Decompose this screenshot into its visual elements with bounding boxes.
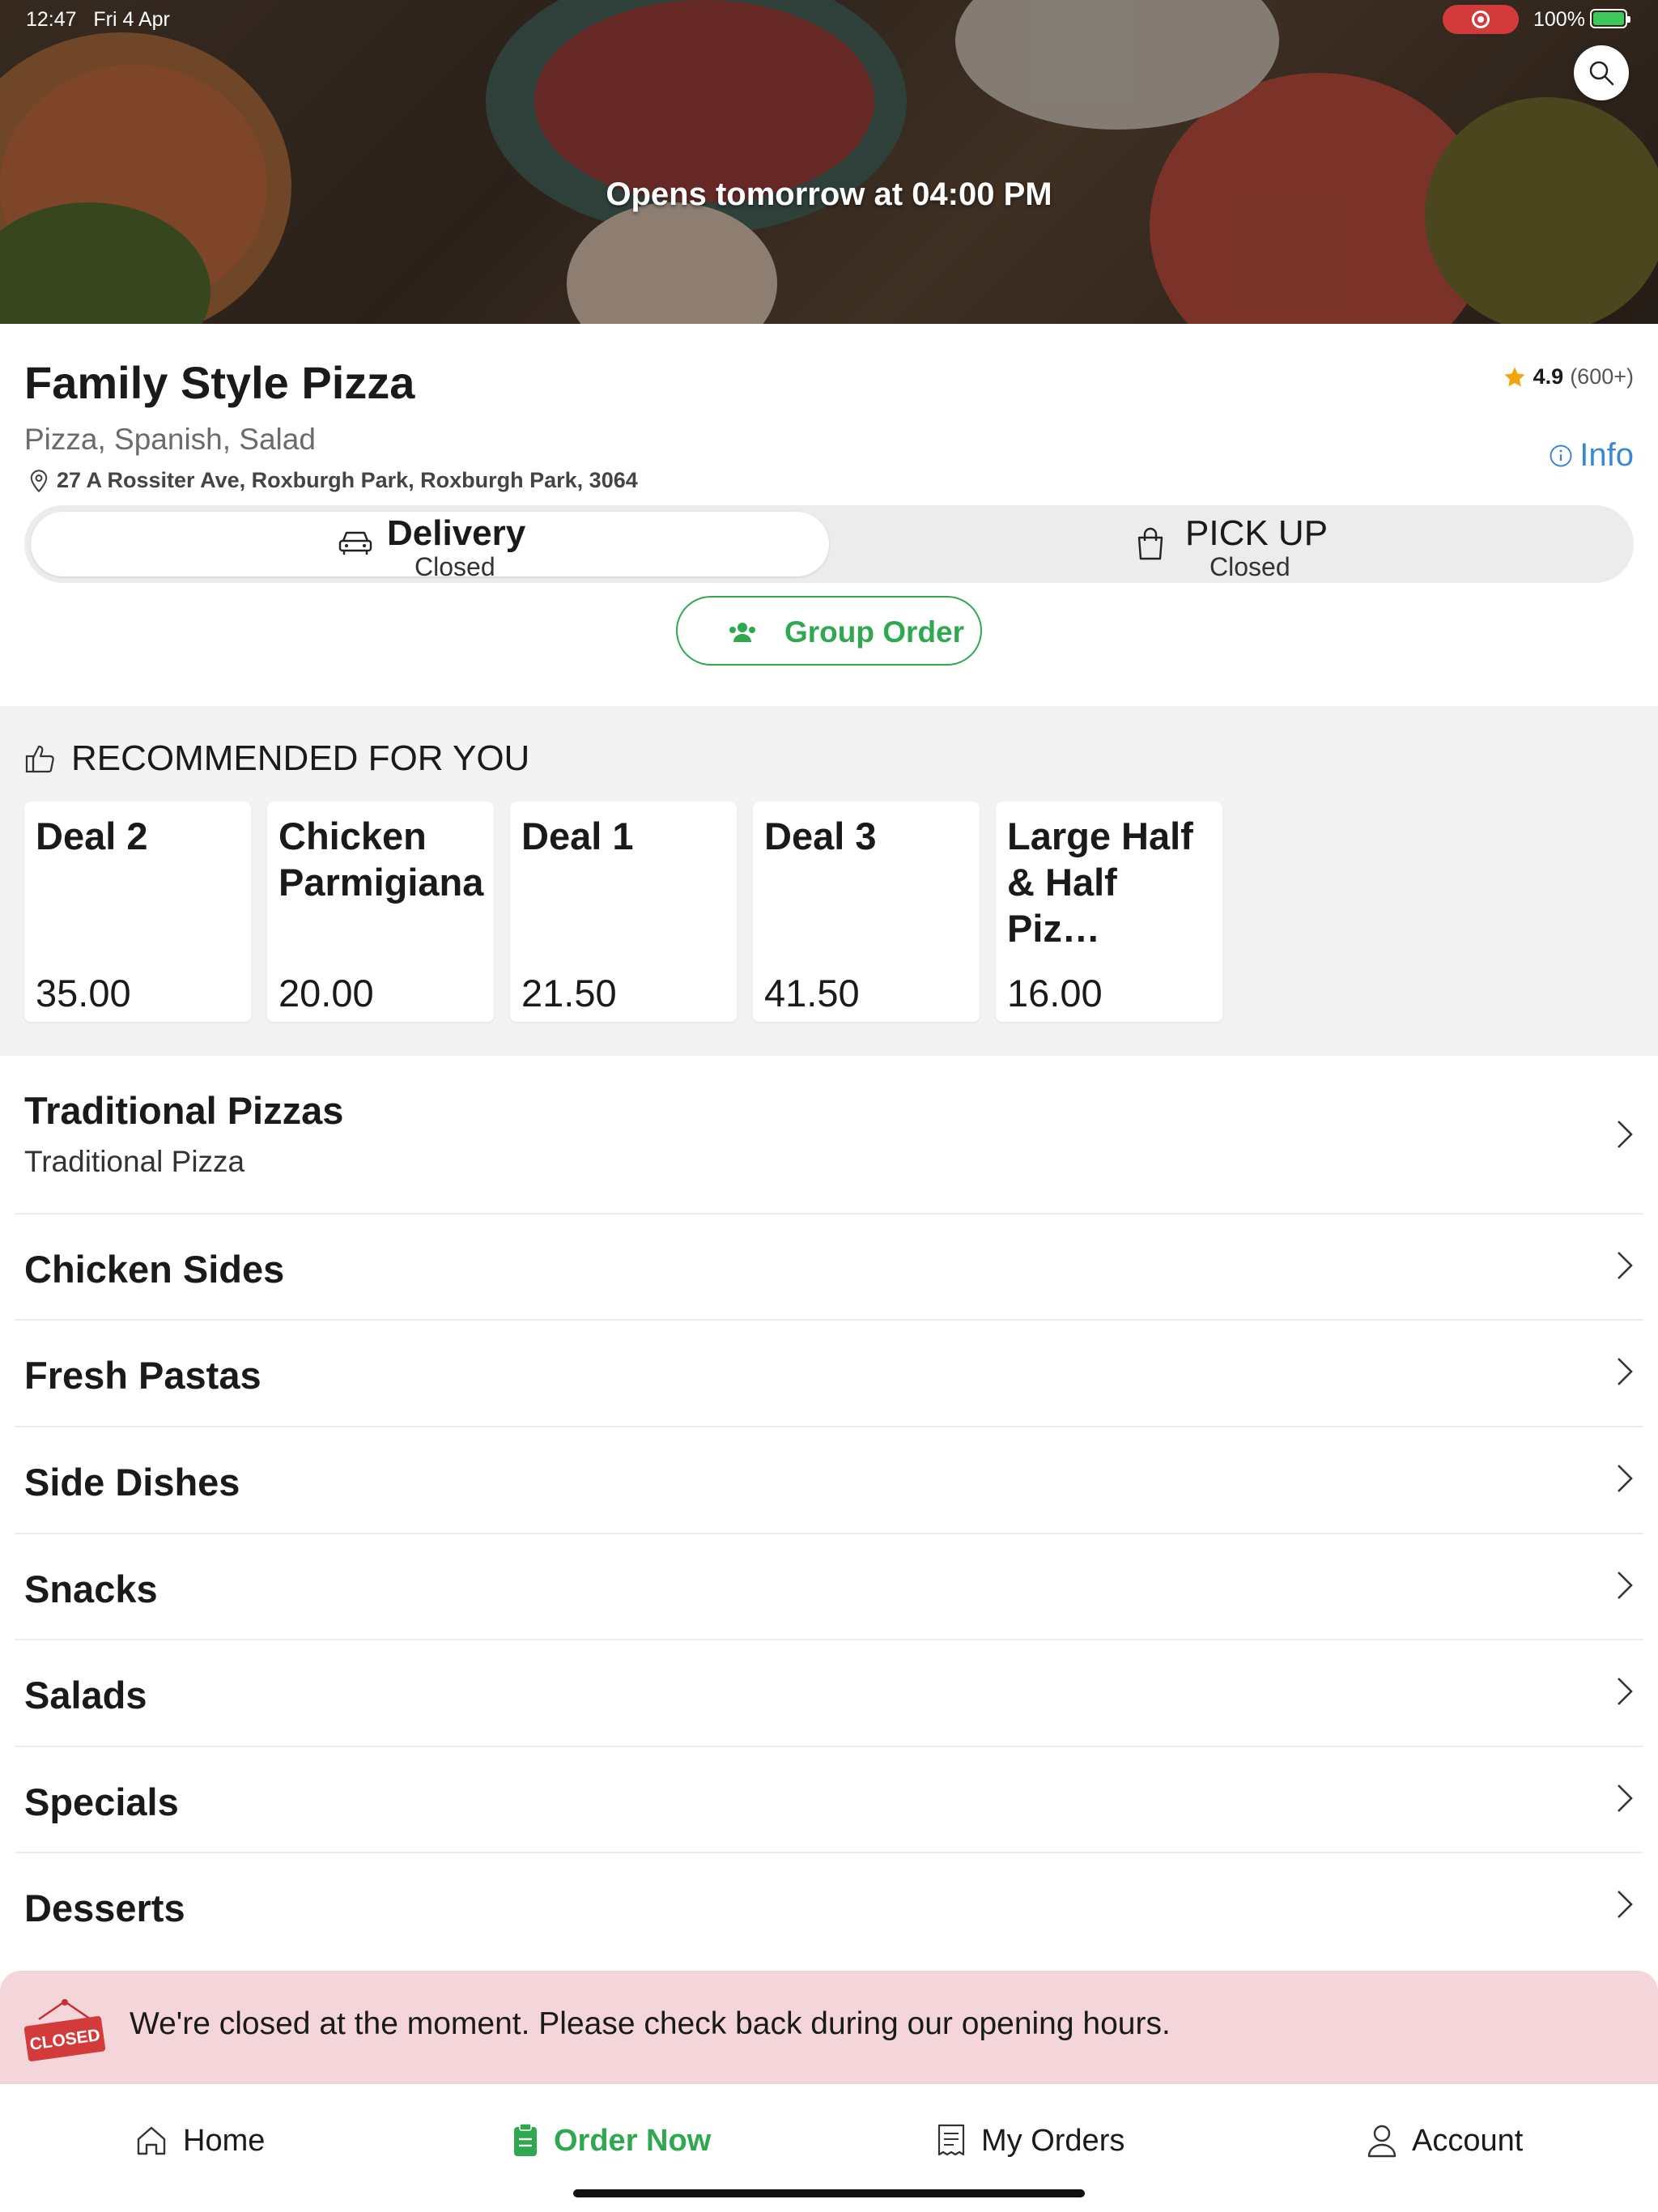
delivery-option[interactable]: Delivery Closed (24, 505, 829, 583)
search-button[interactable] (1574, 45, 1629, 100)
category-title: Salads (24, 1674, 147, 1716)
tab-my-orders-label: My Orders (981, 2123, 1125, 2158)
recommended-item-price: 41.50 (764, 972, 860, 1015)
tab-order-now[interactable]: Order Now (512, 2116, 711, 2165)
category-title: Fresh Pastas (24, 1354, 261, 1397)
status-bar: 12:47 Fri 4 Apr 100% (0, 0, 1658, 39)
chevron-right-icon (1618, 1572, 1633, 1599)
search-icon (1589, 61, 1614, 86)
status-time: 12:47 Fri 4 Apr (26, 8, 170, 31)
category-title: Desserts (24, 1887, 185, 1929)
category-row-salads[interactable]: Salads (15, 1640, 1643, 1747)
recommended-item-price: 35.00 (36, 972, 131, 1015)
category-title: Traditional Pizzas (24, 1089, 344, 1132)
closed-notice-banner: CLOSED We're closed at the moment. Pleas… (0, 1971, 1658, 2084)
category-row-traditional-pizzas[interactable]: Traditional Pizzas Traditional Pizza (15, 1056, 1643, 1214)
tab-account[interactable]: Account (1367, 2116, 1523, 2165)
bottom-tab-bar: Home Order Now My Orders Account (0, 2084, 1658, 2212)
shopping-bag-icon (1137, 527, 1163, 560)
group-order-button[interactable]: Group Order (676, 596, 982, 666)
home-icon (137, 2126, 166, 2155)
recommended-item-card[interactable]: Deal 1 21.50 (510, 802, 737, 1022)
chevron-right-icon (1618, 1465, 1633, 1492)
address: 27 A Rossiter Ave, Roxburgh Park, Roxbur… (28, 468, 638, 493)
car-icon (338, 531, 372, 555)
recommended-title: RECOMMENDED FOR YOU (71, 738, 530, 778)
category-title: Specials (24, 1780, 179, 1823)
category-title: Snacks (24, 1568, 158, 1610)
category-row-desserts[interactable]: Desserts (15, 1853, 1643, 1971)
chevron-right-icon (1618, 1252, 1633, 1279)
battery-icon (1590, 9, 1630, 28)
recommended-section: RECOMMENDED FOR YOU Deal 2 35.00 Chicken… (0, 706, 1658, 1056)
cuisine-list: Pizza, Spanish, Salad (24, 423, 316, 456)
group-icon (729, 623, 755, 642)
category-description: Traditional Pizza (24, 1145, 245, 1178)
rating-count: (600+) (1570, 364, 1634, 389)
restaurant-name: Family Style Pizza (24, 357, 415, 408)
account-icon (1367, 2125, 1397, 2158)
chevron-right-icon (1618, 1358, 1633, 1385)
rating-score: 4.9 (1533, 364, 1564, 389)
delivery-label: Delivery (387, 513, 526, 553)
order-icon (514, 2123, 537, 2156)
chevron-right-icon (1618, 1891, 1633, 1918)
recommended-item-name: Chicken Parmigiana (278, 815, 484, 904)
category-row-side-dishes[interactable]: Side Dishes (15, 1427, 1643, 1534)
thumbs-up-icon (25, 745, 54, 773)
info-label: Info (1579, 437, 1634, 473)
battery-percent: 100% (1533, 8, 1585, 31)
delivery-status: Closed (414, 552, 495, 581)
category-row-snacks[interactable]: Snacks (15, 1534, 1643, 1640)
category-title: Chicken Sides (24, 1248, 285, 1291)
info-link[interactable]: Info (1549, 437, 1634, 474)
star-icon (1504, 367, 1525, 386)
closed-sign-icon: CLOSED (23, 1999, 106, 2061)
home-indicator[interactable] (573, 2189, 1085, 2197)
chevron-right-icon (1618, 1678, 1633, 1705)
category-title: Side Dishes (24, 1461, 240, 1504)
recommended-item-card[interactable]: Deal 2 35.00 (24, 802, 251, 1022)
fulfillment-toggle: Delivery Closed PICK UP Closed (24, 505, 1634, 583)
tab-order-now-label: Order Now (554, 2123, 712, 2158)
hero-banner: 12:47 Fri 4 Apr 100% Opens tomorrow at 0… (0, 0, 1658, 324)
recommended-item-price: 20.00 (278, 972, 374, 1015)
category-row-chicken-sides[interactable]: Chicken Sides (15, 1214, 1643, 1321)
tab-my-orders[interactable]: My Orders (936, 2116, 1124, 2165)
tab-home[interactable]: Home (134, 2116, 265, 2165)
location-pin-icon (30, 469, 48, 492)
recommended-item-name: Deal 2 (36, 815, 148, 857)
recommended-item-card[interactable]: Chicken Parmigiana 20.00 (267, 802, 494, 1022)
closed-message: We're closed at the moment. Please check… (130, 2006, 1171, 2041)
recommended-item-name: Deal 1 (521, 815, 634, 857)
recommended-item-card[interactable]: Large Half & Half Piz… 16.00 (996, 802, 1222, 1022)
chevron-right-icon (1618, 1784, 1633, 1812)
category-row-fresh-pastas[interactable]: Fresh Pastas (15, 1321, 1643, 1427)
info-icon (1550, 445, 1572, 466)
rating: 4.9 (600+) (1503, 364, 1634, 389)
screen-recording-indicator (1443, 5, 1519, 34)
tab-home-label: Home (183, 2123, 266, 2158)
pickup-label: PICK UP (1185, 513, 1329, 553)
pickup-option[interactable]: PICK UP Closed (829, 505, 1634, 583)
recommended-item-name: Large Half & Half Piz… (1007, 815, 1193, 950)
recommended-item-card[interactable]: Deal 3 41.50 (753, 802, 980, 1022)
recommended-heading: RECOMMENDED FOR YOU (24, 738, 529, 779)
opening-time-notice: Opens tomorrow at 04:00 PM (606, 177, 1052, 212)
recommended-item-name: Deal 3 (764, 815, 877, 857)
group-order-label: Group Order (784, 615, 965, 649)
category-row-specials[interactable]: Specials (15, 1747, 1643, 1853)
tab-account-label: Account (1412, 2123, 1524, 2158)
pickup-status: Closed (1209, 552, 1290, 581)
recommended-item-price: 16.00 (1007, 972, 1103, 1015)
address-text: 27 A Rossiter Ave, Roxburgh Park, Roxbur… (57, 468, 638, 492)
receipt-icon (937, 2124, 965, 2156)
recommended-item-price: 21.50 (521, 972, 617, 1015)
chevron-right-icon (1618, 1121, 1633, 1148)
